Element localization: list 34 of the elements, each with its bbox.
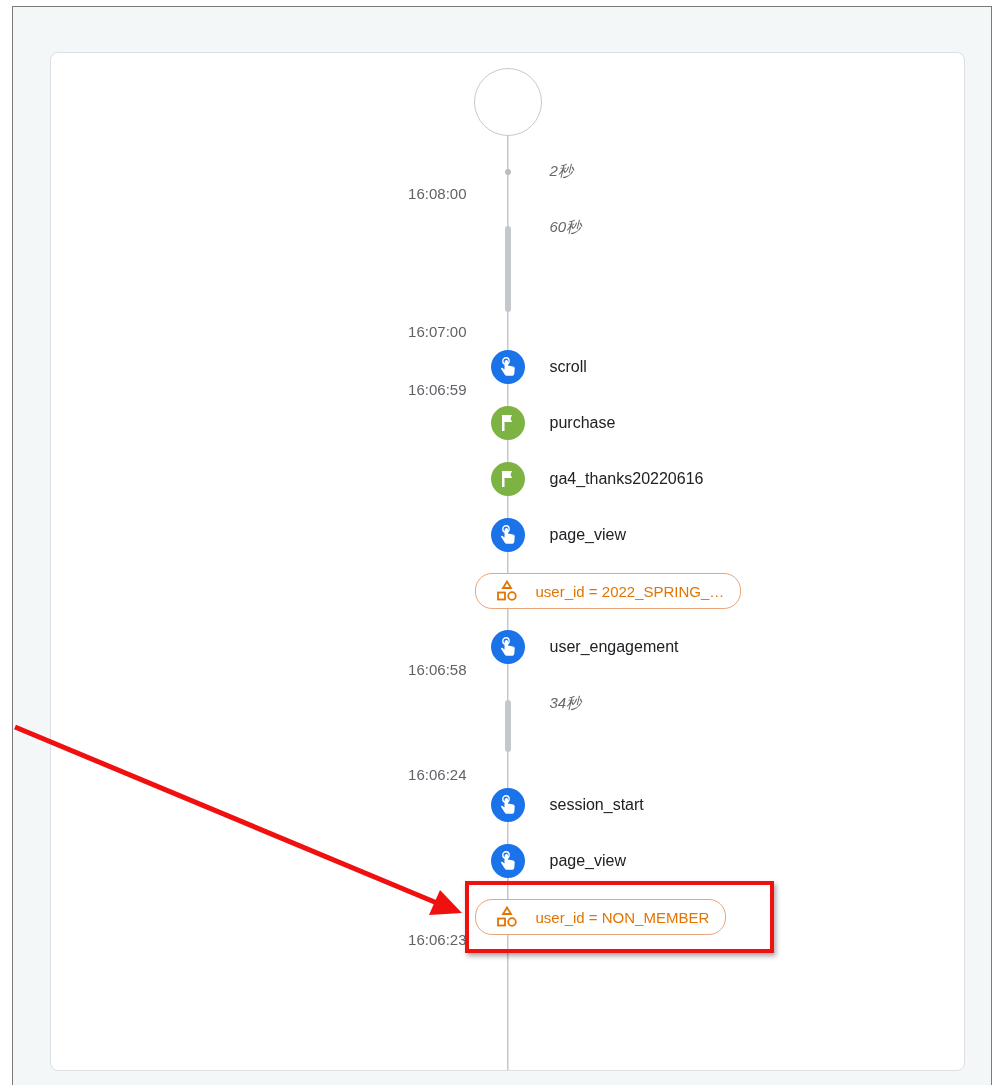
conversion-icon-badge[interactable] [490, 462, 525, 496]
timestamp: 16:07:00 [408, 323, 467, 340]
pause-dot [504, 169, 511, 175]
duration-label: 34秒 [549, 694, 582, 713]
gap-bar [504, 700, 511, 752]
event-icon-badge[interactable] [490, 518, 525, 552]
timestamp: 16:08:00 [408, 185, 467, 202]
duration-label: 2秒 [549, 162, 573, 181]
event-name[interactable]: ga4_thanks20220616 [549, 470, 704, 488]
event-name[interactable]: session_start [549, 796, 644, 814]
event-name[interactable]: scroll [549, 358, 587, 376]
event-name[interactable]: purchase [549, 414, 616, 432]
duration-label: 60秒 [549, 218, 582, 237]
event-name[interactable]: user_engagement [549, 638, 679, 656]
hand-tap-icon [498, 637, 517, 657]
shapes-icon [495, 580, 518, 602]
conversion-icon-badge[interactable] [490, 406, 525, 440]
shapes-icon [495, 906, 518, 928]
event-icon-badge[interactable] [490, 788, 525, 822]
hand-tap-icon [498, 357, 517, 377]
hand-tap-icon [498, 795, 517, 815]
event-name[interactable]: page_view [549, 526, 626, 544]
hand-tap-icon [498, 525, 517, 545]
hand-tap-icon [498, 851, 517, 871]
event-icon-badge[interactable] [490, 630, 525, 664]
event-icon-badge[interactable] [490, 844, 525, 878]
property-label: user_id = NON_MEMBER [535, 908, 710, 926]
timestamp: 16:06:24 [408, 766, 467, 783]
timestamp: 16:06:58 [408, 661, 467, 678]
timestamp: 16:06:59 [408, 381, 467, 398]
event-name[interactable]: page_view [549, 852, 626, 870]
event-icon-badge[interactable] [490, 350, 525, 384]
property-label: user_id = 2022_SPRING_… [535, 582, 725, 600]
timestamp: 16:06:23 [408, 931, 467, 948]
